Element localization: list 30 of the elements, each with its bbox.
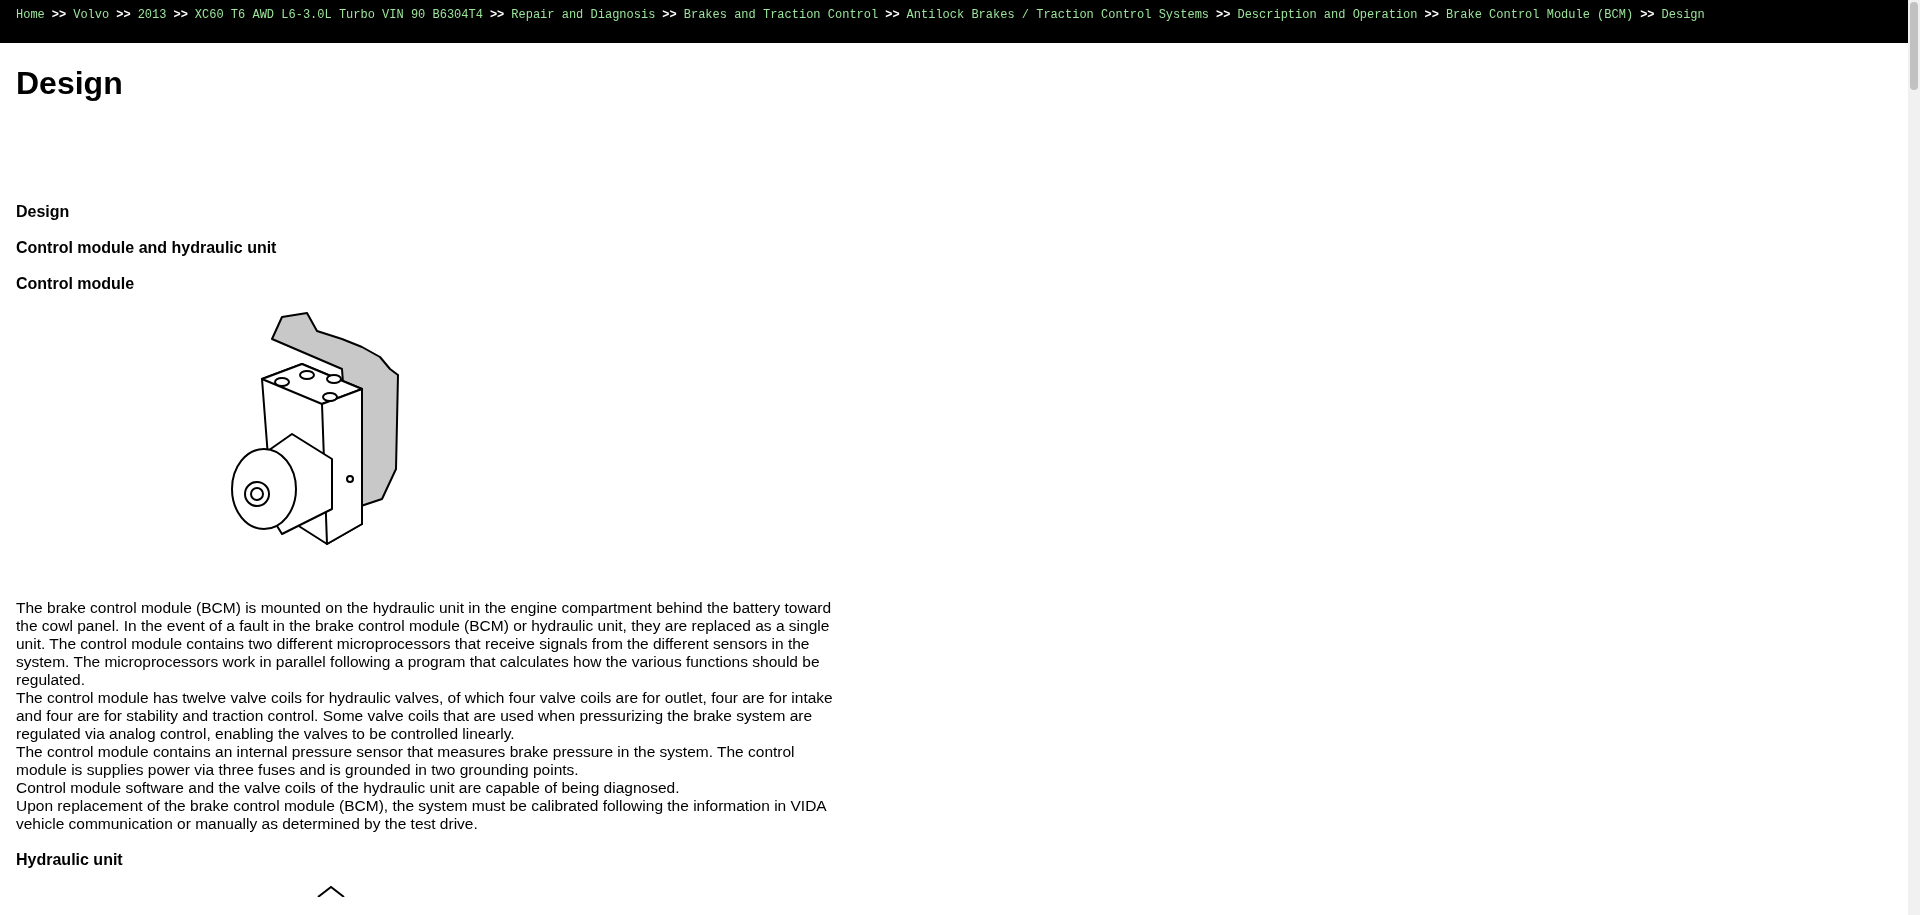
breadcrumb-link[interactable]: 2013 — [137, 7, 167, 23]
breadcrumb-separator: >> — [116, 7, 131, 23]
scrollbar[interactable] — [1908, 0, 1920, 915]
breadcrumb-link[interactable]: Home — [16, 7, 45, 23]
section-heading: Control module and hydraulic unit — [16, 239, 278, 257]
description-paragraph: The control module has twelve valve coils for hydraulic valves, of which four valve coils are for outlet, four are for intake and four are for stability and traction control. Some valve coils that are used when pressurizing the brake system are regulated via analog control, enabling the valves to be controlled linearly. — [16, 689, 834, 743]
breadcrumb-separator: >> — [1424, 7, 1439, 23]
section-heading: Hydraulic unit — [16, 851, 124, 869]
description-paragraph: The control module contains an internal pressure sensor that measures brake pressure in the system. The control module is supplies power via three fuses and is grounded in two grounding points. — [16, 743, 796, 779]
description-paragraph: The brake control module (BCM) is mounted on the hydraulic unit in the engine compartment behind the battery toward the cowl panel. In the event of a fault in the brake control module (BCM) or hydraulic unit, they are replaced as a single unit. The control module contains two different microprocessors that receive signals from the different sensors in the system. The microprocessors work in parallel following a program that calculates how the various functions should be regulated. — [16, 599, 833, 689]
breadcrumb-link[interactable]: Brakes and Traction Control — [683, 7, 879, 23]
breadcrumb-link[interactable]: Brake Control Module (BCM) — [1445, 7, 1634, 23]
breadcrumb-separator: >> — [662, 7, 677, 23]
breadcrumb-link[interactable]: XC60 T6 AWD L6-3.0L Turbo VIN 90 B6304T4 — [194, 7, 483, 23]
breadcrumb-link[interactable]: Antilock Brakes / Traction Control Systems — [906, 7, 1210, 23]
breadcrumb-separator: >> — [51, 7, 67, 23]
page-title: Design — [16, 64, 124, 103]
breadcrumb-separator: >> — [1640, 7, 1655, 23]
breadcrumb-separator: >> — [885, 7, 900, 23]
breadcrumb-link[interactable]: Volvo — [73, 7, 110, 23]
section-heading: Design — [16, 203, 71, 221]
breadcrumb-link[interactable]: Description and Operation — [1237, 7, 1418, 23]
breadcrumb-link[interactable]: Repair and Diagnosis — [511, 7, 656, 23]
breadcrumb-separator: >> — [1216, 7, 1231, 23]
breadcrumb-link[interactable]: Design — [1661, 7, 1705, 23]
description-paragraph: Upon replacement of the brake control module (BCM), the system must be calibrated following the information in VIDA vehicle communication or manually as determined by the test drive. — [16, 797, 828, 833]
breadcrumb-separator: >> — [173, 7, 188, 23]
section-heading: Control module — [16, 275, 136, 293]
breadcrumb-separator: >> — [489, 7, 505, 23]
description-paragraph: Control module software and the valve coils of the hydraulic unit are capable of being diagnosed. — [16, 779, 681, 797]
